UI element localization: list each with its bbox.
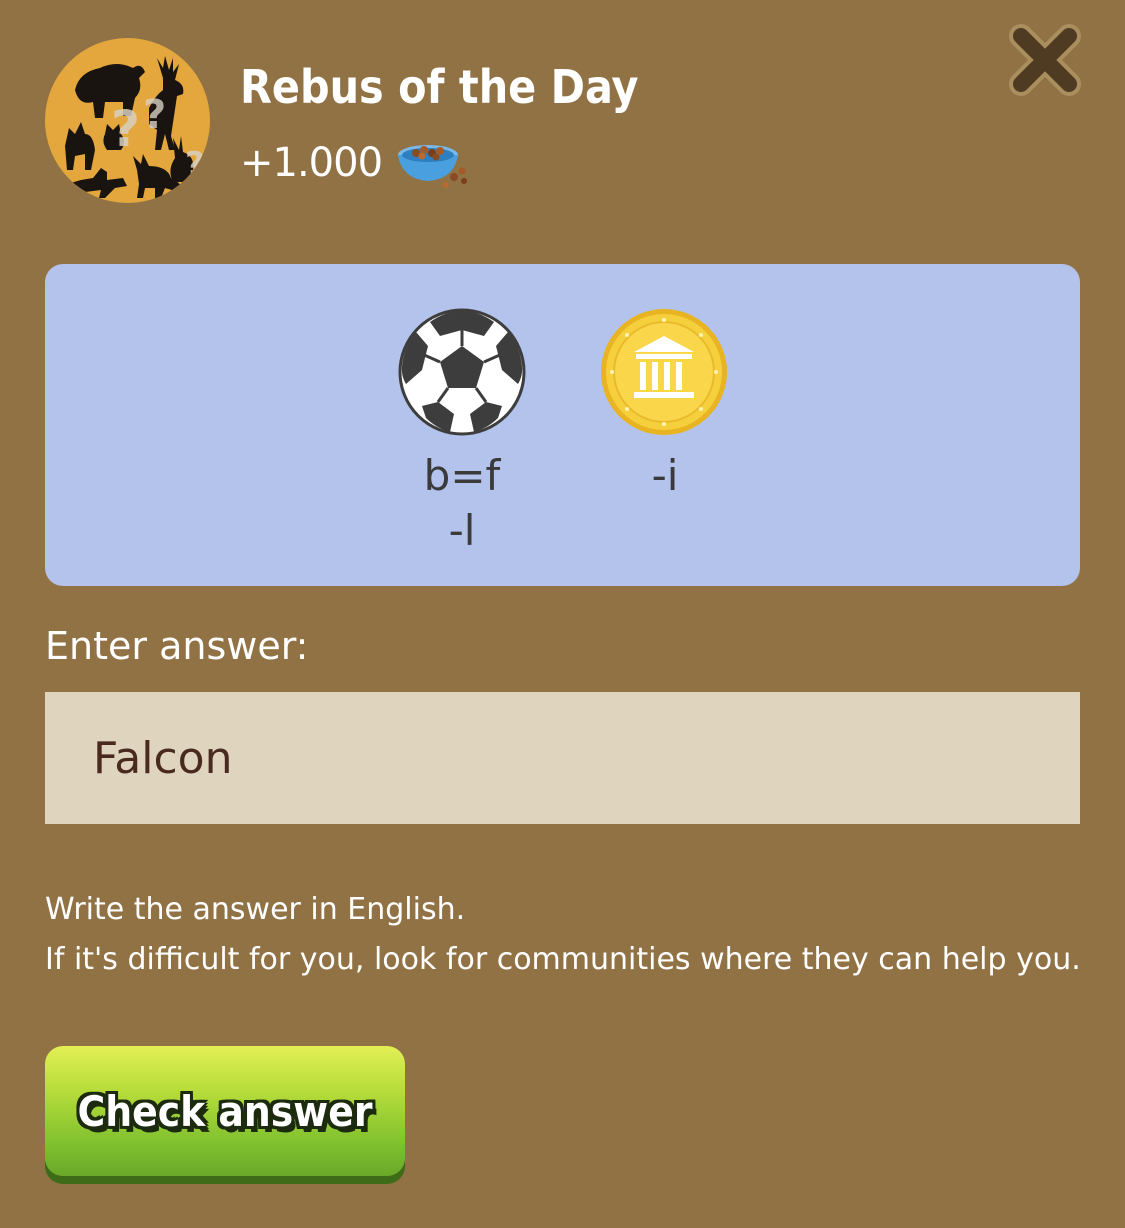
page-title: Rebus of the Day <box>240 60 639 114</box>
help-text: If it's difficult for you, look for comm… <box>45 942 1081 977</box>
rebus-avatar: ? ? ? <box>45 38 210 203</box>
answer-input[interactable] <box>45 692 1080 824</box>
rebus-hint: b=f <box>423 451 501 500</box>
gold-coin-icon <box>601 309 727 435</box>
close-icon <box>1009 24 1081 96</box>
check-answer-button[interactable]: Check answer <box>45 1046 405 1176</box>
rebus-hint: -i <box>651 451 679 500</box>
pet-food-bowl-icon <box>398 145 468 188</box>
close-button[interactable] <box>1005 22 1085 98</box>
reward: +1.000 <box>240 138 472 188</box>
rebus-hint: -l <box>448 506 476 555</box>
animal-silhouettes-icon: ? ? ? <box>65 56 205 198</box>
help-text: Write the answer in English. <box>45 892 466 927</box>
reward-amount: +1.000 <box>240 140 383 186</box>
answer-label: Enter answer: <box>45 624 309 668</box>
rebus-panel <box>45 264 1080 586</box>
svg-text:?: ? <box>111 100 140 158</box>
svg-text:?: ? <box>185 145 205 185</box>
soccer-ball-icon <box>398 308 526 436</box>
svg-text:?: ? <box>143 92 166 138</box>
